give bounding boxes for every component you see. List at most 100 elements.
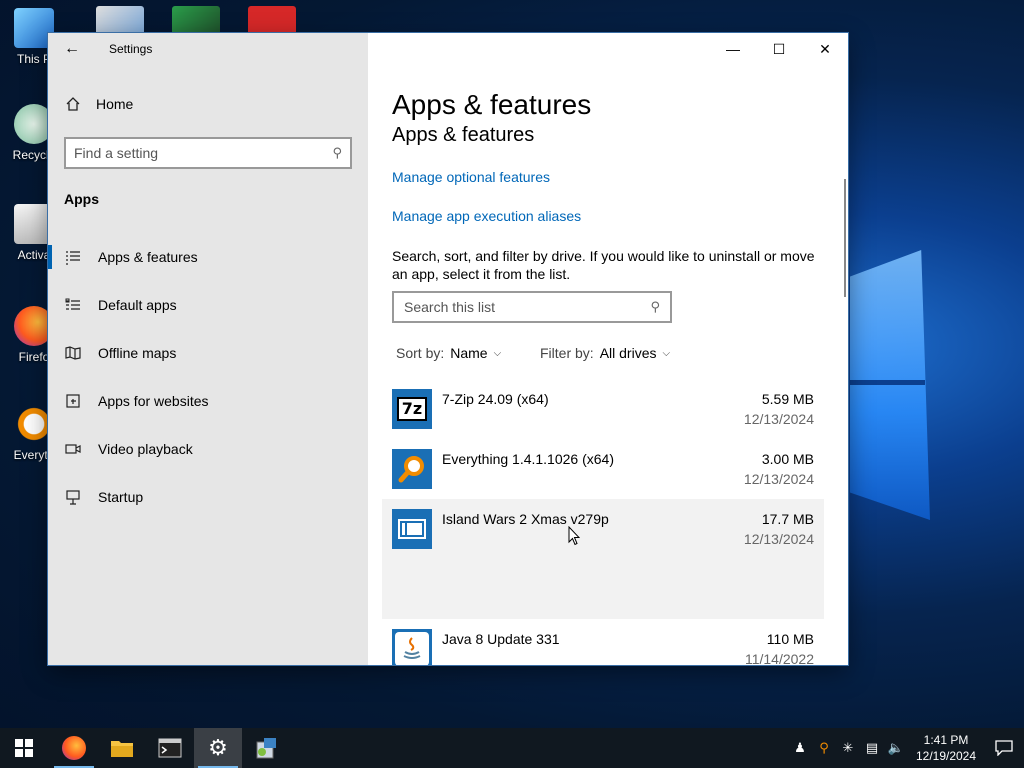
taskbar-firefox[interactable] [50, 728, 98, 768]
startup-icon [64, 488, 82, 506]
taskbar-terminal[interactable] [146, 728, 194, 768]
sidebar-item-label: Apps for websites [98, 393, 209, 409]
settings-window: ← Settings Home ⚲ Apps Apps & features [48, 33, 848, 665]
sidebar-item-apps-features[interactable]: Apps & features [48, 233, 368, 281]
title-bar[interactable]: ← Settings [48, 33, 368, 65]
taskbar-file-explorer[interactable] [98, 728, 146, 768]
window-title: Settings [109, 42, 153, 56]
filter-label: Filter by: [540, 345, 594, 361]
notification-center-button[interactable] [984, 728, 1024, 768]
search-icon[interactable]: ⚲ [332, 145, 342, 161]
sidebar-item-apps-for-websites[interactable]: Apps for websites [48, 377, 368, 425]
settings-content: — ☐ ✕ Apps & features Apps & features Ma… [368, 33, 848, 665]
desktop-mcdonalds-icon[interactable] [248, 6, 296, 36]
chevron-down-icon: ⌵ [493, 347, 502, 359]
minimize-icon: — [726, 41, 740, 57]
app-list-item-selected[interactable]: Island Wars 2 Xmas v279p 17.7 MB 12/13/2… [382, 499, 824, 619]
generic-app-icon [392, 509, 432, 549]
taskbar-settings[interactable]: ⚙ [194, 728, 242, 768]
mouse-cursor-icon [568, 526, 580, 546]
sidebar-item-label: Offline maps [98, 345, 177, 361]
desktop-shortcut-icon[interactable] [96, 6, 144, 36]
close-icon: ✕ [819, 40, 831, 57]
sidebar-item-video-playback[interactable]: Video playback [48, 425, 368, 473]
sidebar-nav: Apps & features Default apps Offline map… [48, 233, 368, 521]
start-icon [15, 739, 33, 757]
find-setting-input[interactable] [74, 145, 333, 161]
filter-dropdown[interactable]: Filter by: All drives ⌵ [540, 345, 670, 361]
app-list-item[interactable]: Everything 1.4.1.1026 (x64) 3.00 MB 12/1… [382, 439, 824, 499]
java-icon [392, 629, 432, 665]
back-button[interactable]: ← [60, 39, 84, 59]
sort-value: Name [450, 345, 488, 361]
app-list-item[interactable]: 7z 7-Zip 24.09 (x64) 5.59 MB 12/13/2024 [382, 379, 824, 439]
taskbar-installer[interactable] [242, 728, 290, 768]
manage-optional-features-link[interactable]: Manage optional features [392, 169, 550, 185]
sidebar-item-default-apps[interactable]: Default apps [48, 281, 368, 329]
sidebar-item-offline-maps[interactable]: Offline maps [48, 329, 368, 377]
sidebar-item-label: Startup [98, 489, 144, 505]
app-name: 7-Zip 24.09 (x64) [442, 391, 549, 407]
desktop-game-icon[interactable] [172, 6, 220, 36]
sidebar-item-startup[interactable]: Startup [48, 473, 368, 521]
minimize-button[interactable]: — [710, 33, 756, 65]
everything-icon [392, 449, 432, 489]
video-icon [64, 440, 82, 458]
map-icon [64, 344, 82, 362]
app-size: 5.59 MB [761, 391, 814, 407]
app-date: 12/13/2024 [743, 411, 814, 427]
system-tray: ♟ ⚲ ✳ ▤ 🔈 1:41 PM 12/19/2024 [788, 728, 1024, 768]
clock-date: 12/19/2024 [915, 749, 977, 763]
chevron-down-icon: ⌵ [662, 347, 671, 359]
page-title: Apps & features [392, 89, 592, 120]
maximize-icon: ☐ [772, 40, 786, 57]
description-text: Search, sort, and filter by drive. If yo… [392, 248, 815, 282]
tray-network-user-icon[interactable]: ♟ [788, 728, 812, 768]
sort-dropdown[interactable]: Sort by: Name ⌵ [396, 345, 501, 361]
app-size: 110 MB [766, 631, 814, 647]
page-subtitle: Apps & features [392, 124, 535, 146]
app-date: 12/13/2024 [743, 531, 814, 547]
start-button[interactable] [0, 728, 48, 768]
search-icon[interactable]: ⚲ [650, 299, 660, 315]
sidebar-item-label: Apps & features [98, 249, 198, 265]
7zip-icon: 7z [392, 389, 432, 429]
maximize-button[interactable]: ☐ [756, 33, 802, 65]
home-label: Home [96, 96, 134, 112]
section-title: Apps [64, 191, 99, 207]
search-list-box[interactable]: ⚲ [392, 291, 672, 323]
app-date: 11/14/2022 [744, 651, 814, 665]
settings-icon: ⚙ [208, 735, 228, 760]
tray-app-icon[interactable]: ✳ [836, 728, 860, 768]
default-apps-icon [64, 296, 82, 314]
tray-network-icon[interactable]: ▤ [860, 728, 884, 768]
tray-everything-icon[interactable]: ⚲ [812, 728, 836, 768]
file-explorer-icon [111, 741, 133, 757]
settings-sidebar: ← Settings Home ⚲ Apps Apps & features [48, 33, 368, 665]
scrollbar-thumb[interactable] [844, 179, 846, 297]
taskbar-clock[interactable]: 1:41 PM 12/19/2024 [908, 732, 984, 764]
app-list: 7z 7-Zip 24.09 (x64) 5.59 MB 12/13/2024 … [382, 379, 824, 665]
close-button[interactable]: ✕ [802, 33, 848, 65]
tray-volume-muted-icon[interactable]: 🔈 [884, 728, 908, 768]
manage-execution-aliases-link[interactable]: Manage app execution aliases [392, 208, 581, 224]
sort-label: Sort by: [396, 345, 445, 361]
search-list-input[interactable] [404, 299, 651, 315]
sidebar-item-home[interactable]: Home [64, 95, 133, 113]
back-arrow-icon: ← [64, 40, 80, 57]
firefox-icon [62, 736, 86, 760]
clock-time: 1:41 PM [923, 733, 969, 747]
app-name: Island Wars 2 Xmas v279p [442, 511, 609, 527]
app-size: 17.7 MB [761, 511, 814, 527]
sidebar-item-label: Default apps [98, 297, 177, 313]
notification-icon [995, 740, 1013, 756]
app-name: Everything 1.4.1.1026 (x64) [442, 451, 614, 467]
window-controls: — ☐ ✕ [710, 33, 848, 65]
app-list-item[interactable]: Java 8 Update 331 110 MB 11/14/2022 [382, 619, 824, 665]
app-name: Java 8 Update 331 [442, 631, 560, 647]
installer-icon [256, 738, 276, 759]
app-date: 12/13/2024 [743, 471, 814, 487]
app-size: 3.00 MB [761, 451, 814, 467]
filter-value: All drives [599, 345, 657, 361]
find-setting-search[interactable]: ⚲ [64, 137, 352, 169]
